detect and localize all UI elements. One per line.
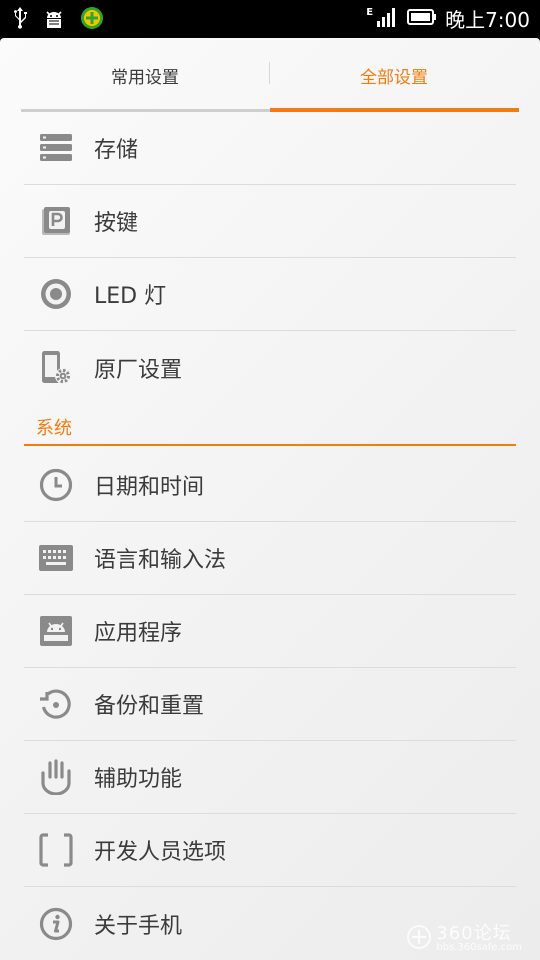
settings-item-label: 辅助功能 bbox=[94, 767, 183, 792]
settings-panel: 常用设置 全部设置 存储 按键 LED 灯 原厂设置 系统 日期和时间 语言和输… bbox=[0, 38, 540, 960]
settings-item-label: 原厂设置 bbox=[94, 357, 183, 383]
settings-item-storage[interactable]: 存储 bbox=[24, 112, 516, 185]
tab-all-settings[interactable]: 全部设置 bbox=[270, 38, 518, 112]
section-title: 系统 bbox=[36, 418, 72, 439]
settings-item-label: 应用程序 bbox=[94, 621, 183, 646]
keys-icon bbox=[38, 203, 74, 239]
factory-settings-icon bbox=[38, 350, 74, 386]
settings-item-developer[interactable]: 开发人员选项 bbox=[24, 814, 516, 887]
hand-icon bbox=[38, 759, 74, 795]
watermark-title: 360论坛 bbox=[436, 923, 512, 944]
keyboard-icon bbox=[38, 540, 74, 576]
status-bar: E 晚上7:00 bbox=[0, 0, 540, 38]
tab-bar: 常用设置 全部设置 bbox=[0, 38, 540, 112]
settings-item-led[interactable]: LED 灯 bbox=[24, 258, 516, 331]
led-icon bbox=[38, 276, 74, 312]
clock-icon bbox=[38, 467, 74, 503]
settings-item-backup-reset[interactable]: 备份和重置 bbox=[24, 668, 516, 741]
android-app-icon bbox=[38, 613, 74, 649]
settings-item-label: 存储 bbox=[94, 138, 139, 163]
settings-item-label: 备份和重置 bbox=[94, 694, 205, 719]
storage-icon bbox=[38, 130, 74, 166]
clock-time: 晚上7:00 bbox=[445, 8, 530, 32]
notification-icons bbox=[12, 6, 104, 34]
settings-item-label: 日期和时间 bbox=[94, 475, 205, 500]
settings-item-label: LED 灯 bbox=[94, 284, 167, 309]
system-status: E 晚上7:00 bbox=[366, 4, 530, 33]
settings-item-accessibility[interactable]: 辅助功能 bbox=[24, 741, 516, 814]
signal-icon bbox=[377, 7, 399, 31]
settings-item-label: 开发人员选项 bbox=[94, 840, 227, 865]
forum-watermark: 360论坛 bbs.360safe.com bbox=[406, 924, 522, 954]
backup-reset-icon bbox=[38, 686, 74, 722]
settings-item-factory[interactable]: 原厂设置 bbox=[24, 331, 516, 404]
settings-item-date-time[interactable]: 日期和时间 bbox=[24, 449, 516, 522]
battery-icon bbox=[407, 8, 437, 30]
brackets-icon bbox=[38, 832, 74, 868]
360-app-icon bbox=[80, 6, 104, 34]
settings-item-apps[interactable]: 应用程序 bbox=[24, 595, 516, 668]
section-header-system: 系统 bbox=[24, 406, 516, 446]
info-icon bbox=[38, 906, 74, 942]
network-type: E bbox=[366, 7, 374, 18]
settings-item-label: 关于手机 bbox=[94, 913, 183, 939]
settings-item-language-input[interactable]: 语言和输入法 bbox=[24, 522, 516, 595]
tab-common-settings[interactable]: 常用设置 bbox=[21, 38, 269, 112]
settings-item-keys[interactable]: 按键 bbox=[24, 185, 516, 258]
360-logo-icon bbox=[406, 924, 432, 954]
usb-icon bbox=[12, 7, 28, 33]
android-debug-icon bbox=[42, 6, 66, 34]
watermark-url: bbs.360safe.com bbox=[436, 942, 522, 953]
settings-item-label: 按键 bbox=[94, 211, 139, 236]
settings-item-label: 语言和输入法 bbox=[94, 548, 227, 573]
